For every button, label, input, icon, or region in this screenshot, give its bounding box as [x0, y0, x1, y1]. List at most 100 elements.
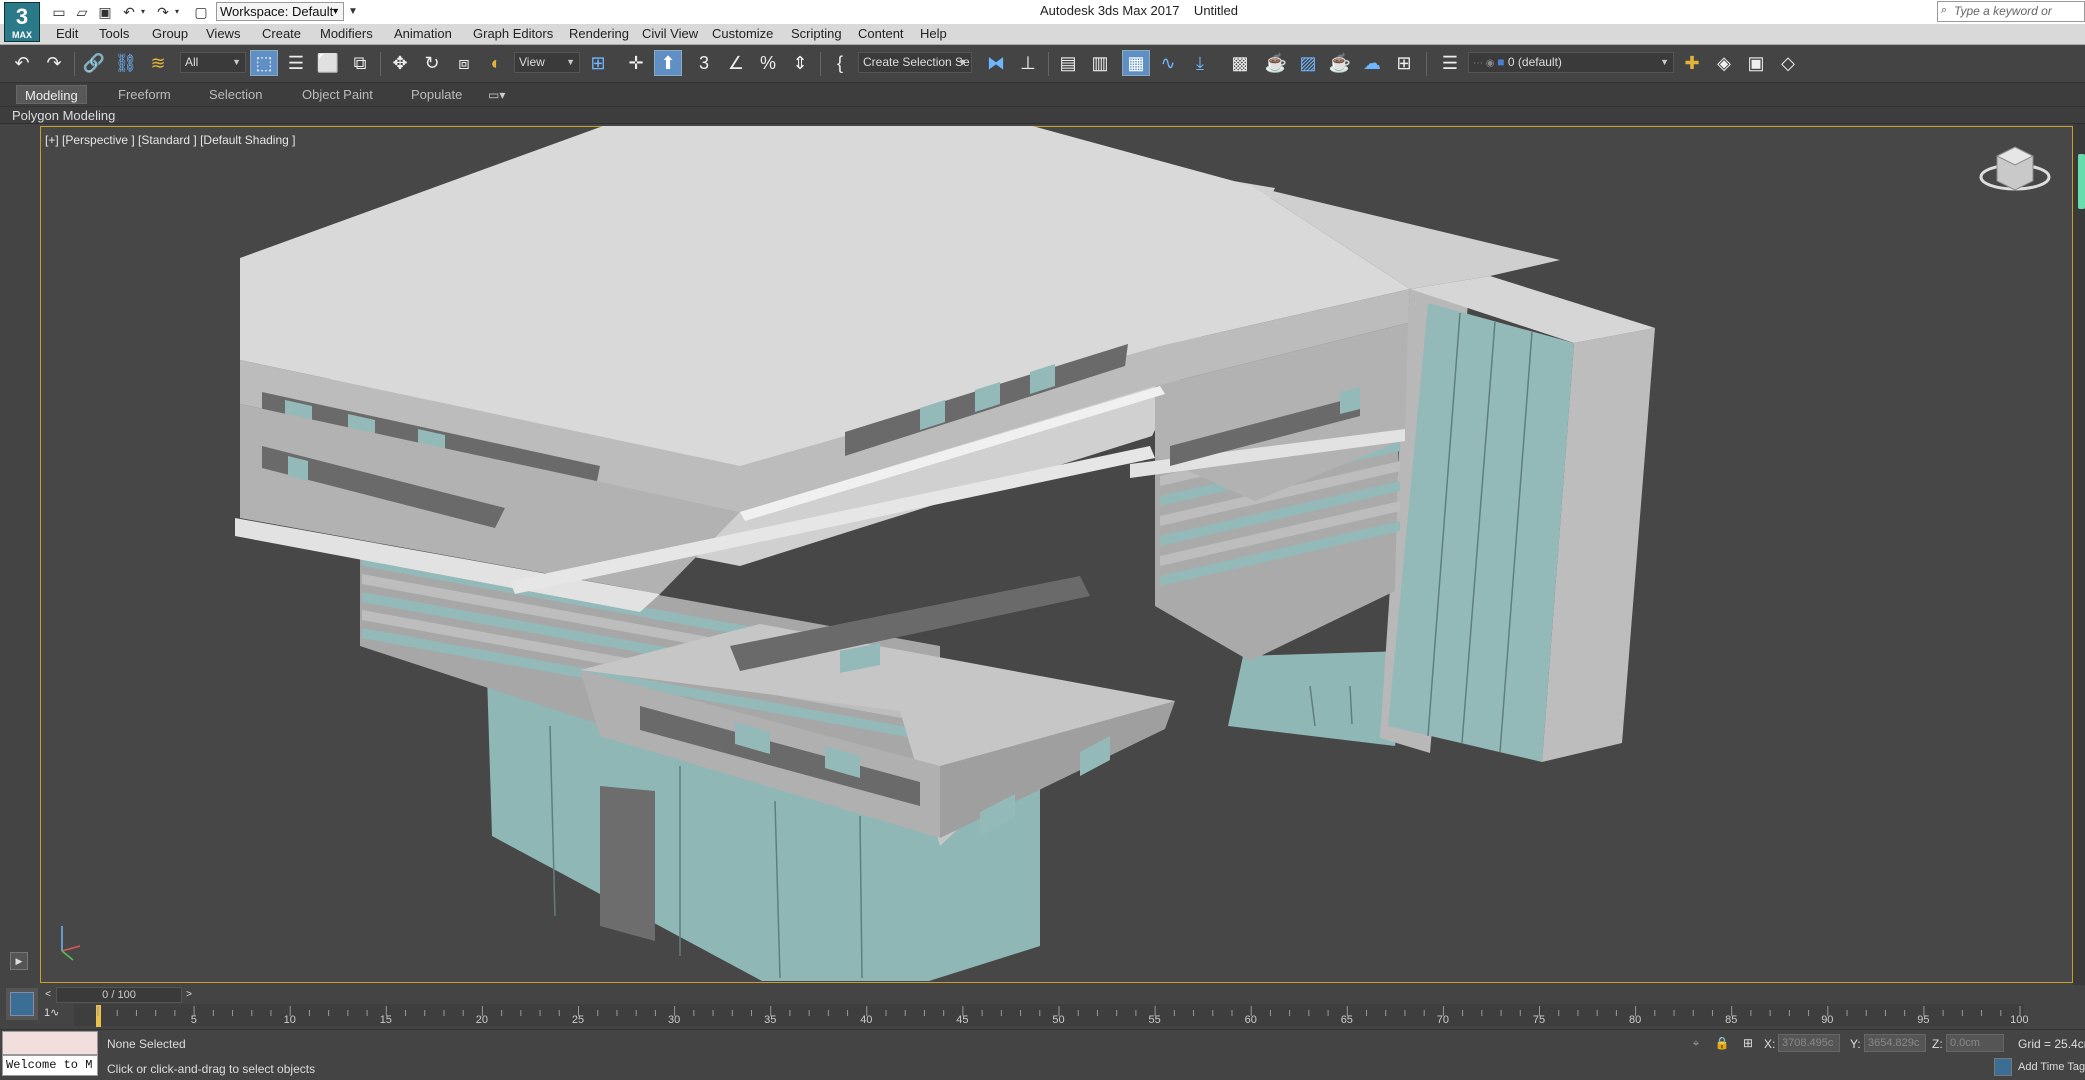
angle-snap-icon[interactable]: ∠	[722, 50, 750, 76]
menu-tools[interactable]: Tools	[99, 26, 129, 41]
render-setup-icon[interactable]: ☕	[1262, 50, 1290, 76]
render-in-cloud-icon[interactable]: ☁	[1358, 50, 1386, 76]
redo-dropdown-icon[interactable]: ▾	[172, 3, 182, 21]
layer-dropdown[interactable]: ⋯ ◉ ■ 0 (default) ▼	[1468, 52, 1674, 73]
workspace-dropdown[interactable]: Workspace: Default ▼	[216, 2, 344, 21]
time-tag-icon[interactable]	[1994, 1058, 2012, 1076]
time-slider-next-icon[interactable]: >	[182, 987, 196, 1003]
select-and-move-icon[interactable]: ✥	[386, 50, 414, 76]
reference-coordinate-dropdown[interactable]: View ▼	[514, 52, 580, 73]
rendered-frame-window-icon[interactable]: ▨	[1294, 50, 1322, 76]
named-selection-value: Create Selection Se	[863, 55, 970, 69]
viewport-label[interactable]: [+] [Perspective ] [Standard ] [Default …	[45, 133, 295, 147]
tab-populate[interactable]: Populate	[403, 85, 470, 104]
menu-customize[interactable]: Customize	[712, 26, 773, 41]
add-time-tag-button[interactable]: Add Time Tag	[2018, 1061, 2085, 1073]
window-crossing-icon[interactable]: ⧉	[346, 50, 374, 76]
render-production-icon[interactable]: ☕	[1326, 50, 1354, 76]
menu-animation[interactable]: Animation	[394, 26, 452, 41]
menu-create[interactable]: Create	[262, 26, 301, 41]
workspace-label: Workspace: Default	[220, 4, 334, 19]
open-file-icon[interactable]: ▱	[73, 3, 91, 21]
building-model-render[interactable]	[40, 126, 2073, 983]
toolbar-divider	[820, 52, 821, 76]
menu-civil-view[interactable]: Civil View	[642, 26, 698, 41]
select-and-rotate-icon[interactable]: ↻	[418, 50, 446, 76]
tab-freeform[interactable]: Freeform	[110, 85, 179, 104]
z-coord-field[interactable]: 0.0cm	[1946, 1034, 2004, 1052]
menu-edit[interactable]: Edit	[56, 26, 78, 41]
new-file-icon[interactable]: ▭	[50, 3, 68, 21]
curve-editor-icon[interactable]: ∿	[1154, 50, 1182, 76]
ribbon-options-icon[interactable]: ▭▾	[488, 88, 505, 102]
save-icon[interactable]: ▣	[96, 3, 114, 21]
percent-snap-icon[interactable]: %	[754, 50, 782, 76]
unlink-selection-icon[interactable]: ⛓	[112, 50, 140, 76]
align-icon[interactable]: ⊥	[1014, 50, 1042, 76]
scene-explorer-icon[interactable]: ▤	[1054, 50, 1082, 76]
selection-filter-dropdown[interactable]: All ▼	[180, 52, 246, 73]
select-and-link-icon[interactable]: 🔗	[80, 50, 108, 76]
tab-selection[interactable]: Selection	[201, 85, 270, 104]
viewport-layout-tab-icon[interactable]: ▶	[10, 952, 28, 970]
undo-dropdown-icon[interactable]: ▾	[138, 3, 148, 21]
polygon-modeling-panel-label[interactable]: Polygon Modeling	[12, 108, 115, 123]
add-to-layer-icon[interactable]: ◈	[1710, 50, 1738, 76]
tab-object-paint[interactable]: Object Paint	[294, 85, 381, 104]
curve-editor-toggle-icon[interactable]: 1∿	[44, 1006, 66, 1024]
time-slider[interactable]: 0 / 100	[56, 987, 182, 1003]
toggle-ribbon-icon[interactable]: ▦	[1122, 50, 1150, 76]
set-current-layer-icon[interactable]: ◇	[1774, 50, 1802, 76]
redo-toolbar-icon[interactable]: ↷	[40, 50, 68, 76]
selection-lock-icon[interactable]: 🔒	[1714, 1035, 1730, 1051]
edit-named-selection-icon[interactable]: {	[826, 50, 854, 76]
pivot-point-center-icon[interactable]: ⊞	[584, 50, 612, 76]
schematic-view-icon[interactable]: ⤓	[1186, 50, 1214, 76]
select-and-scale-icon[interactable]: ⧈	[450, 50, 478, 76]
select-objects-in-layer-icon[interactable]: ▣	[1742, 50, 1770, 76]
maxscript-listener-mini[interactable]	[2, 1031, 98, 1055]
app-logo-icon[interactable]: 3 MAX	[4, 2, 40, 42]
command-panel-toggle[interactable]	[2078, 154, 2085, 209]
mirror-icon[interactable]: ⧓	[982, 50, 1010, 76]
spinner-snap-icon[interactable]: ⇕	[786, 50, 814, 76]
snaps-toggle-icon[interactable]: 3	[690, 50, 718, 76]
time-slider-prev-icon[interactable]: <	[41, 987, 55, 1003]
redo-icon[interactable]: ↷	[154, 3, 172, 21]
search-input[interactable]: Type a keyword or phrase	[1937, 1, 2085, 37]
select-by-name-icon[interactable]: ☰	[282, 50, 310, 76]
named-selection-dropdown[interactable]: Create Selection Se ▼	[858, 52, 972, 73]
select-object-icon[interactable]: ⬚	[250, 50, 278, 76]
material-editor-icon[interactable]: ▩	[1226, 50, 1254, 76]
select-manipulate-icon[interactable]: ✛	[622, 50, 650, 76]
maxscript-mini-listener[interactable]: Welcome to M	[2, 1055, 98, 1076]
menu-content[interactable]: Content	[858, 26, 904, 41]
isolate-selection-icon[interactable]: ⌖	[1688, 1035, 1704, 1051]
keyboard-shortcut-override-icon[interactable]: ⬆	[654, 50, 682, 76]
menu-help[interactable]: Help	[920, 26, 947, 41]
a360-gallery-icon[interactable]: ⊞	[1390, 50, 1418, 76]
x-coord-label: X:	[1764, 1037, 1776, 1051]
menu-modifiers[interactable]: Modifiers	[320, 26, 373, 41]
undo-toolbar-icon[interactable]: ↶	[8, 50, 36, 76]
menu-graph-editors[interactable]: Graph Editors	[473, 26, 553, 41]
absolute-transform-icon[interactable]: ⊞	[1740, 1035, 1756, 1051]
y-coord-field[interactable]: 3654.829c	[1864, 1034, 1926, 1052]
workspace-menu-icon[interactable]: ▼	[346, 2, 360, 21]
layer-explorer-icon[interactable]: ▥	[1086, 50, 1114, 76]
track-tick-label: 15	[379, 1014, 392, 1026]
project-folder-icon[interactable]: ▢	[192, 3, 210, 21]
menu-rendering[interactable]: Rendering	[569, 26, 629, 41]
select-and-place-icon[interactable]: ◐	[482, 50, 510, 76]
layer-visibility-icon: ⋯ ◉	[1473, 58, 1498, 69]
bind-to-space-warp-icon[interactable]: ≋	[144, 50, 172, 76]
tab-modeling[interactable]: Modeling	[16, 85, 87, 104]
manage-layers-icon[interactable]: ☰	[1436, 50, 1464, 76]
menu-scripting[interactable]: Scripting	[791, 26, 842, 41]
rectangular-selection-icon[interactable]: ⬜	[314, 50, 342, 76]
create-new-layer-icon[interactable]: ✚	[1678, 50, 1706, 76]
menu-group[interactable]: Group	[152, 26, 188, 41]
x-coord-field[interactable]: 3708.495c	[1778, 1034, 1840, 1052]
menu-views[interactable]: Views	[206, 26, 240, 41]
undo-icon[interactable]: ↶	[120, 3, 138, 21]
